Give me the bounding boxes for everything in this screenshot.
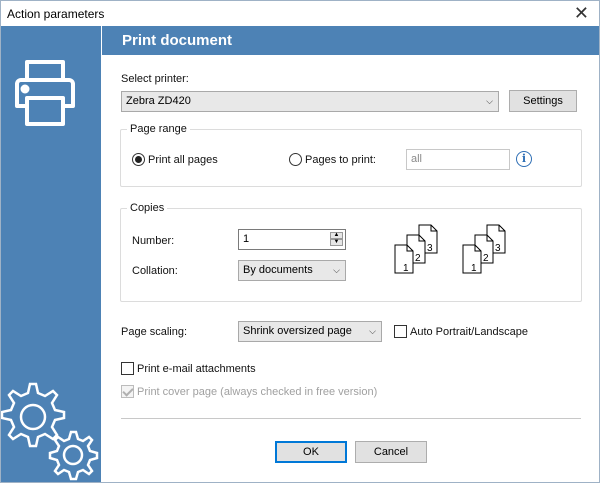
auto-orientation-checkbox[interactable] — [394, 325, 407, 338]
copies-legend: Copies — [130, 202, 165, 214]
action-parameters-dialog: Action parameters ✕ Print document Selec… — [0, 0, 600, 483]
cover-page-checkbox — [121, 385, 134, 398]
print-all-pages-label[interactable]: Print all pages — [148, 154, 218, 166]
spin-buttons: ▲ ▼ — [330, 232, 343, 247]
sidebar-panel — [1, 26, 101, 482]
increment-icon[interactable]: ▲ — [330, 232, 343, 239]
pages-to-print-input[interactable]: all — [406, 149, 510, 170]
collation-select[interactable]: By documents ⌵ — [238, 260, 346, 281]
page-title: Print document — [122, 32, 233, 49]
printer-icon — [15, 60, 75, 126]
collation-stack-icon: 3 2 1 — [462, 224, 506, 274]
collation-label: Collation: — [132, 265, 178, 277]
pages-to-print-value: all — [411, 153, 423, 165]
number-of-copies-stepper[interactable]: 1 ▲ ▼ — [238, 229, 346, 250]
stack-page-label: 3 — [427, 243, 433, 254]
page-range-legend: Page range — [130, 123, 187, 135]
email-attachments-checkbox[interactable] — [121, 362, 134, 375]
section-header: Print document — [101, 26, 599, 55]
stack-page-label: 3 — [495, 243, 501, 254]
chevron-down-icon: ⌵ — [369, 326, 376, 336]
printer-select-value: Zebra ZD420 — [126, 95, 191, 107]
print-all-pages-radio[interactable] — [132, 153, 145, 166]
stack-page-label: 2 — [483, 253, 489, 264]
page-scaling-label: Page scaling: — [121, 326, 188, 338]
pages-to-print-radio[interactable] — [289, 153, 302, 166]
divider — [121, 418, 581, 419]
cancel-button[interactable]: Cancel — [355, 441, 427, 463]
info-icon[interactable]: i — [516, 151, 532, 167]
email-attachments-label[interactable]: Print e-mail attachments — [137, 363, 256, 375]
number-label: Number: — [132, 235, 175, 247]
stack-page-label: 1 — [403, 263, 409, 274]
gears-icon — [1, 382, 99, 481]
page-scaling-select-value: Shrink oversized page — [243, 325, 352, 337]
collation-stack-icon: 3 2 1 — [394, 224, 438, 274]
ok-button[interactable]: OK — [275, 441, 347, 463]
printer-settings-button[interactable]: Settings — [509, 90, 577, 112]
select-printer-label: Select printer: — [121, 73, 189, 85]
collation-select-value: By documents — [243, 264, 313, 276]
cover-page-label: Print cover page (always checked in free… — [137, 386, 378, 398]
decrement-icon[interactable]: ▼ — [330, 239, 343, 246]
stack-page-label: 2 — [415, 253, 421, 264]
stack-page-label: 1 — [471, 263, 477, 274]
printer-select[interactable]: Zebra ZD420 ⌵ — [121, 91, 499, 112]
page-scaling-select[interactable]: Shrink oversized page ⌵ — [238, 321, 382, 342]
dialog-content: Select printer: Zebra ZD420 ⌵ Settings P… — [101, 55, 599, 482]
auto-orientation-label[interactable]: Auto Portrait/Landscape — [410, 326, 528, 338]
window-title: Action parameters — [7, 7, 105, 21]
pages-to-print-label[interactable]: Pages to print: — [305, 154, 376, 166]
close-icon[interactable]: ✕ — [574, 3, 589, 23]
chevron-down-icon: ⌵ — [486, 96, 493, 106]
chevron-down-icon: ⌵ — [333, 265, 340, 275]
title-bar: Action parameters ✕ — [1, 1, 599, 26]
number-of-copies-value: 1 — [243, 233, 250, 245]
